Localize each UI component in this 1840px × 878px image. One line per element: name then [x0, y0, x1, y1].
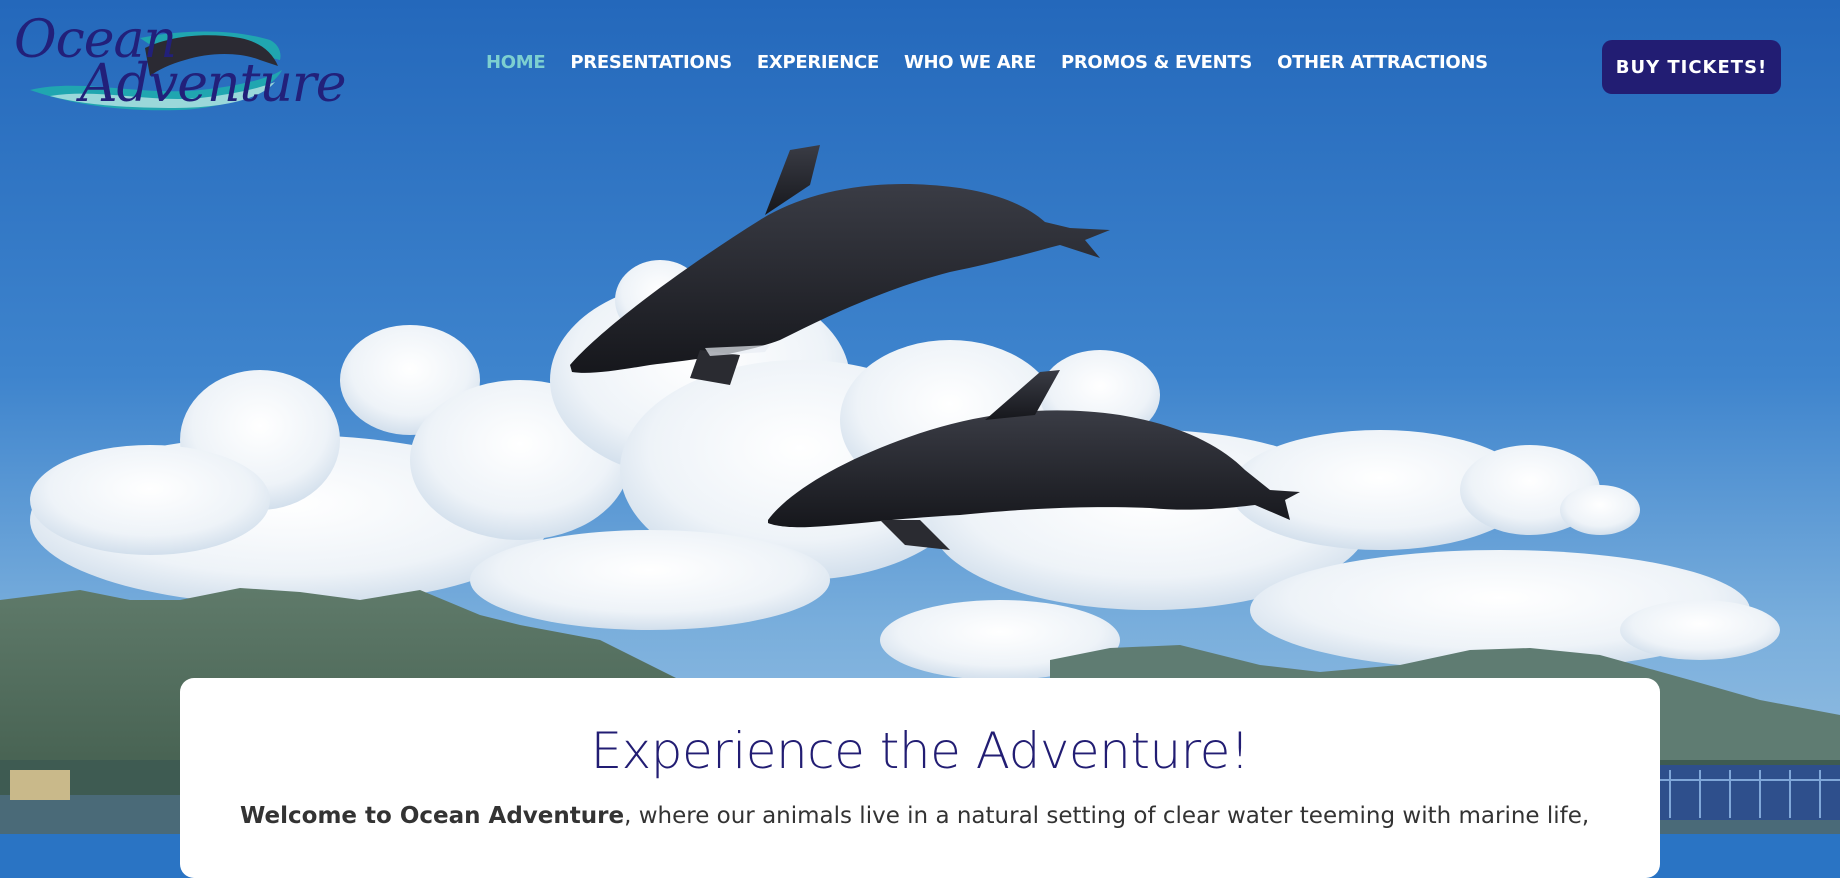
- intro-text: , where our animals live in a natural se…: [624, 803, 1590, 829]
- logo-text-adventure: Adventure: [80, 54, 346, 114]
- nav-item-other-attractions[interactable]: OTHER ATTRACTIONS: [1277, 52, 1488, 73]
- intro-paragraph: Welcome to Ocean Adventure, where our an…: [240, 803, 1640, 829]
- site-header: Ocean Adventure HOME PRESENTATIONS EXPER…: [0, 0, 1840, 130]
- nav-item-promos-events[interactable]: PROMOS & EVENTS: [1061, 52, 1252, 73]
- page-title: Experience the Adventure!: [590, 722, 1250, 780]
- welcome-card: Experience the Adventure! Welcome to Oce…: [180, 678, 1660, 878]
- nav-item-experience[interactable]: EXPERIENCE: [757, 52, 879, 73]
- site-logo[interactable]: Ocean Adventure: [10, 8, 346, 118]
- intro-bold-text: Welcome to Ocean Adventure: [240, 803, 625, 829]
- buy-tickets-button[interactable]: BUY TICKETS!: [1602, 40, 1781, 94]
- nav-item-who-we-are[interactable]: WHO WE ARE: [904, 52, 1036, 73]
- main-nav: HOME PRESENTATIONS EXPERIENCE WHO WE ARE…: [486, 52, 1513, 73]
- nav-item-presentations[interactable]: PRESENTATIONS: [570, 52, 732, 73]
- nav-item-home[interactable]: HOME: [486, 52, 546, 73]
